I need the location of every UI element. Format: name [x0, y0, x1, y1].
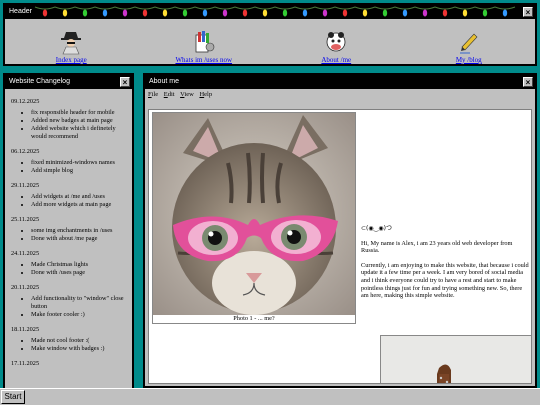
changelog-titlebar: Website Changelog ×: [5, 75, 132, 89]
changelog-list: Made not cool footer :( Make window with…: [31, 337, 128, 353]
kitten-photo: [153, 113, 355, 315]
menu-view[interactable]: View: [180, 91, 194, 98]
menu-file[interactable]: File: [148, 91, 158, 98]
cow-icon: [326, 32, 346, 52]
christmas-lights: [34, 6, 516, 17]
about-text: ⊂(◉‿◉)つ Hi, My name is Alex, i am 23 yea…: [361, 225, 529, 307]
changelog-date: 25.11.2025: [11, 216, 40, 223]
pen-icon: [459, 33, 478, 54]
about-window: About me × File Edit View Help Photo 1 -…: [143, 73, 537, 388]
changelog-date: 24.11.2025: [11, 250, 40, 257]
paint-tools-icon: [195, 31, 215, 53]
photo-caption: Photo 1 - ... me?: [233, 315, 275, 322]
changelog-list: Add functionality to "window" close butt…: [31, 295, 128, 319]
changelog-entry: 24.11.2025 Made Christmas lights Done wi…: [11, 250, 128, 277]
changelog-item: Added website which i definetely would r…: [31, 125, 128, 141]
changelog-item: Make footer cooler :): [31, 311, 128, 319]
about-content[interactable]: Photo 1 - ... me? ⊂(◉‿◉)つ Hi, My name is…: [148, 109, 532, 384]
nav-index-link[interactable]: Index page: [56, 56, 87, 64]
spy-icon: [61, 32, 82, 55]
menu-file-rest: ile: [151, 91, 159, 98]
changelog-item: Add simple blog: [31, 167, 128, 175]
changelog-item: fixed minimized-windows names: [31, 159, 128, 167]
changelog-date: 18.11.2025: [11, 326, 40, 333]
about-paragraph: Hi, My name is Alex, i am 23 years old w…: [361, 239, 513, 255]
guitar-photo: [380, 335, 531, 383]
changelog-item: Make window with badges :): [31, 345, 128, 353]
nav-uses-link[interactable]: Whats im /uses now: [175, 56, 232, 64]
changelog-date: 29.11.2025: [11, 182, 40, 189]
header-titlebar: Header ×: [5, 5, 535, 19]
changelog-body[interactable]: 09.12.2025 fix responsible header for mo…: [5, 89, 132, 388]
menu-help-rest: elp: [204, 91, 213, 98]
changelog-entry: 18.11.2025 Made not cool footer :( Make …: [11, 326, 128, 353]
changelog-list: Add widgets at /me and /uses Add more wi…: [31, 193, 128, 209]
menu-view-rest: iew: [184, 91, 194, 98]
changelog-entry: 20.11.2025 Add functionality to "window"…: [11, 284, 128, 319]
changelog-item: Add functionality to "window" close butt…: [31, 295, 128, 311]
nav-index[interactable]: Index page: [16, 29, 126, 64]
changelog-item: Add widgets at /me and /uses: [31, 193, 128, 201]
header-title: Header: [9, 8, 32, 15]
changelog-date: 20.11.2025: [11, 284, 40, 291]
changelog-entry: 09.12.2025 fix responsible header for mo…: [11, 98, 128, 141]
nav-blog[interactable]: My /blog: [414, 29, 524, 64]
changelog-date: 06.12.2025: [11, 148, 40, 155]
header-close-button[interactable]: ×: [523, 7, 533, 17]
changelog-entry: 25.11.2025 some img enchantments in /use…: [11, 216, 128, 243]
header-nav: Index page Whats im /uses now About /me: [5, 19, 535, 64]
nav-about-link[interactable]: About /me: [321, 56, 351, 64]
about-titlebar: About me ×: [145, 75, 535, 89]
changelog-date: 09.12.2025: [11, 98, 40, 105]
header-window: Header × Index page Whats im /uses now A…: [3, 3, 537, 66]
changelog-list: some img enchantments in /uses Done with…: [31, 227, 128, 243]
menu-edit-rest: dit: [167, 91, 175, 98]
changelog-item: Done with about /me page: [31, 235, 128, 243]
changelog-item: Made Christmas lights: [31, 261, 128, 269]
changelog-item: Add more widgets at main page: [31, 201, 128, 209]
changelog-entry: 17.11.2025: [11, 360, 128, 367]
changelog-list: Made Christmas lights Done with /uses pa…: [31, 261, 128, 277]
menu-edit[interactable]: Edit: [164, 91, 175, 98]
changelog-window: Website Changelog × 09.12.2025 fix respo…: [3, 73, 134, 388]
changelog-item: Done with /uses page: [31, 269, 128, 277]
about-close-button[interactable]: ×: [523, 77, 533, 87]
guitar-image: [381, 336, 531, 383]
nav-uses[interactable]: Whats im /uses now: [149, 29, 259, 64]
changelog-item: some img enchantments in /uses: [31, 227, 128, 235]
changelog-entry: 06.12.2025 fixed minimized-windows names…: [11, 148, 128, 175]
nav-blog-link[interactable]: My /blog: [456, 56, 482, 64]
menu-bar: File Edit View Help: [145, 89, 535, 100]
about-paragraph: Currently, i am enjoying to make this we…: [361, 261, 529, 300]
changelog-close-button[interactable]: ×: [120, 77, 130, 87]
changelog-item: Made not cool footer :(: [31, 337, 128, 345]
changelog-title: Website Changelog: [9, 78, 70, 85]
changelog-entry: 29.11.2025 Add widgets at /me and /uses …: [11, 182, 128, 209]
about-title: About me: [149, 78, 179, 85]
changelog-item: fix responsible header for mobile: [31, 109, 128, 117]
menu-help[interactable]: Help: [199, 91, 212, 98]
changelog-item: Added new badges at main page: [31, 117, 128, 125]
start-button[interactable]: Start: [1, 390, 25, 404]
kaomoji: ⊂(◉‿◉)つ: [361, 225, 393, 232]
changelog-list: fixed minimized-windows names Add simple…: [31, 159, 128, 175]
changelog-date: 17.11.2025: [11, 360, 40, 367]
nav-about[interactable]: About /me: [281, 29, 391, 64]
taskbar: Start: [0, 388, 540, 405]
changelog-list: fix responsible header for mobile Added …: [31, 109, 128, 141]
photo-frame: Photo 1 - ... me?: [152, 112, 356, 324]
